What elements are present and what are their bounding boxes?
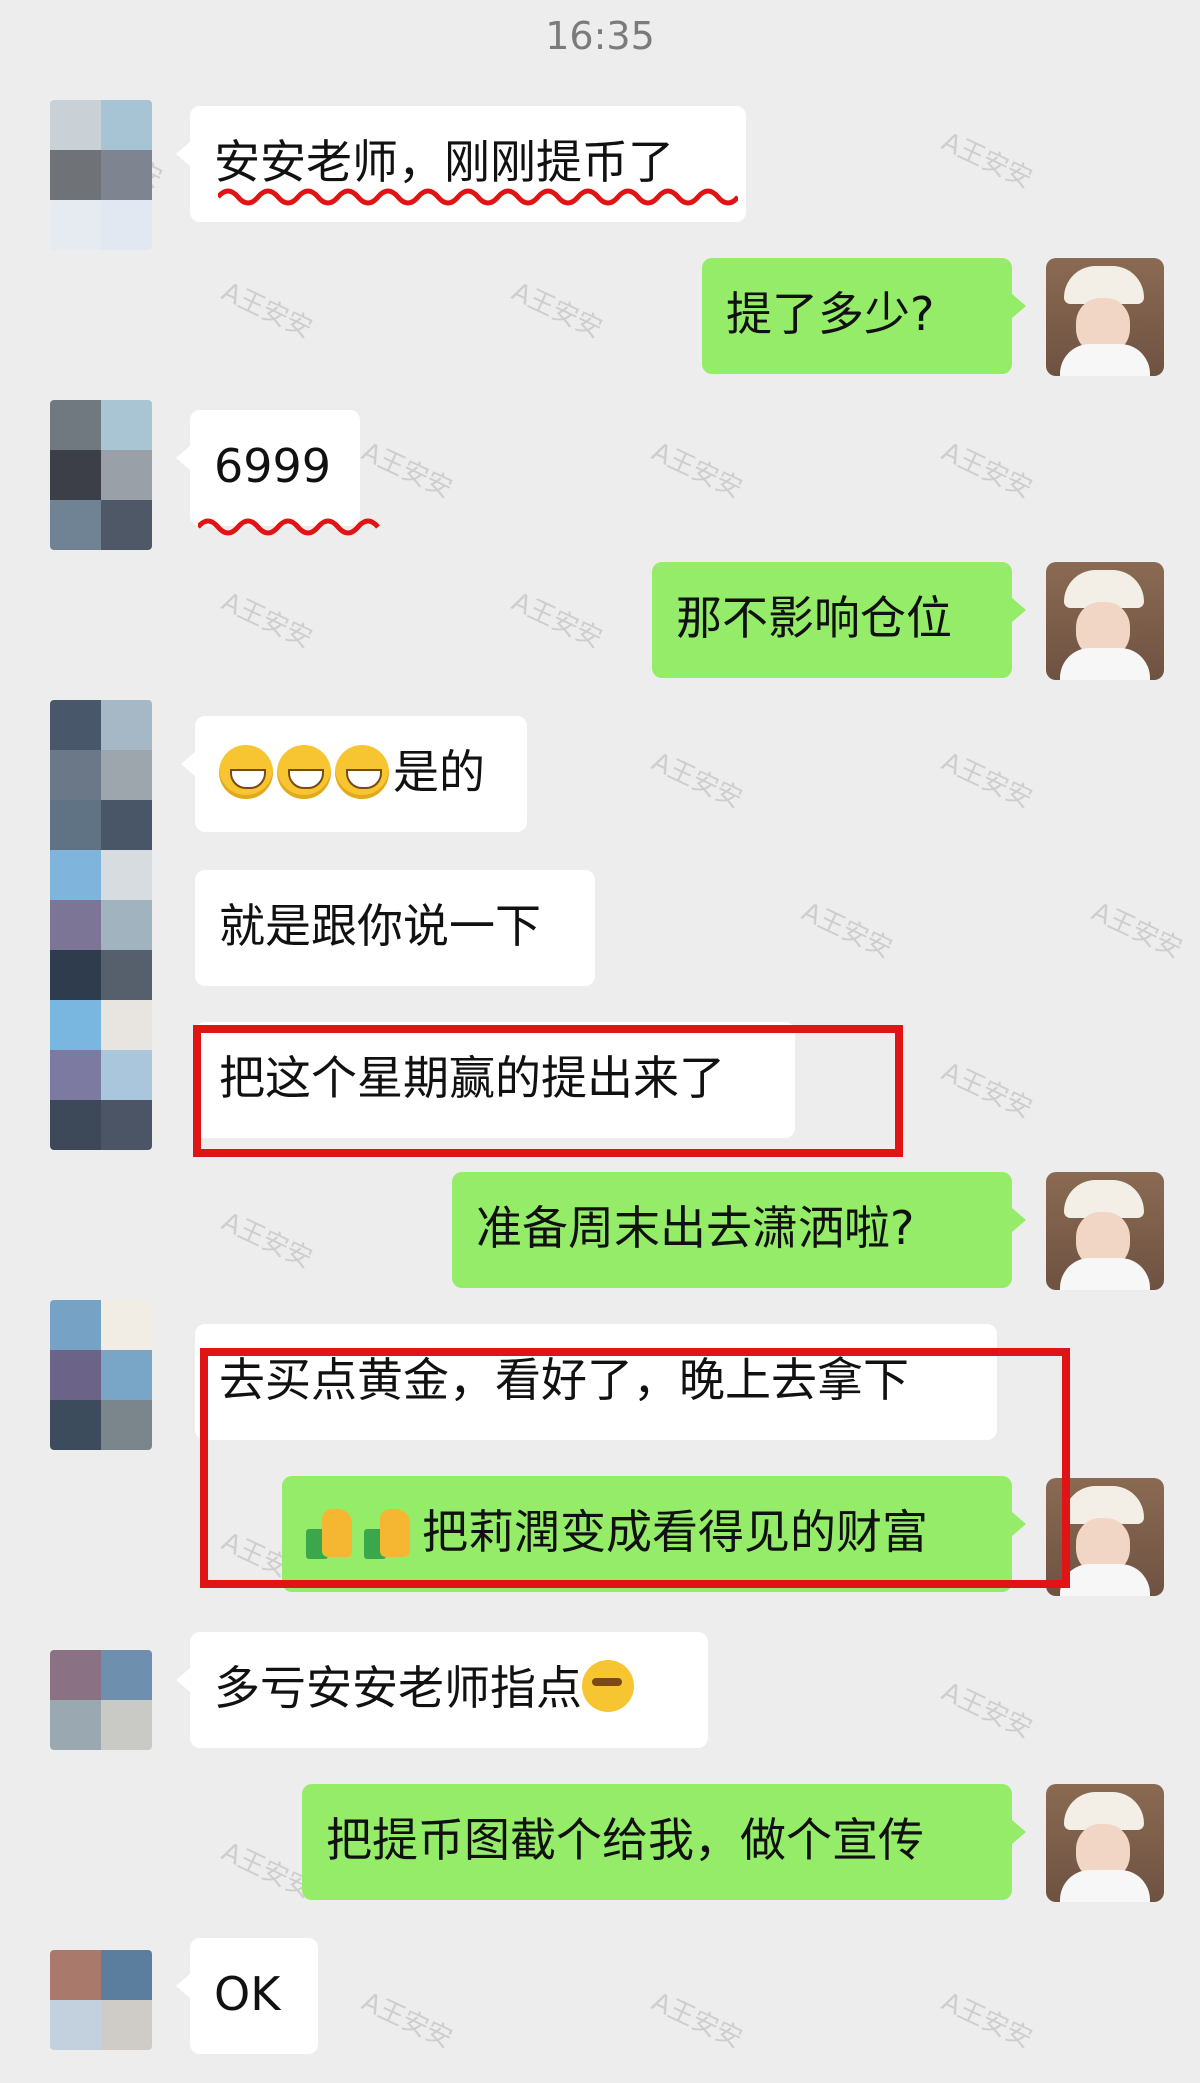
watermark: A王安安: [937, 1056, 1037, 1125]
avatar[interactable]: [50, 1300, 152, 1450]
watermark: A王安安: [217, 1206, 317, 1275]
wavy-underline: [218, 188, 738, 206]
message-bubble[interactable]: 准备周末出去潇洒啦?: [452, 1172, 1026, 1288]
message-bubble[interactable]: 就是跟你说一下: [195, 870, 595, 986]
watermark: A王安安: [937, 746, 1037, 815]
watermark: A王安安: [797, 896, 897, 965]
message-bubble[interactable]: 多亏安安老师指点: [176, 1632, 708, 1748]
watermark: A王安安: [357, 1986, 457, 2055]
grin-emoji: [335, 744, 389, 799]
highlight-box: [193, 1025, 903, 1157]
message-bubble[interactable]: 提了多少?: [702, 258, 1026, 374]
watermark: A王安安: [937, 1676, 1037, 1745]
self-avatar[interactable]: [1046, 562, 1164, 680]
watermark: A王安安: [1087, 896, 1187, 965]
message-text: OK: [214, 1967, 281, 2021]
watermark: A王安安: [647, 436, 747, 505]
message-text: 多亏安安老师指点: [214, 1661, 582, 1715]
avatar[interactable]: [50, 1650, 152, 1750]
watermark: A王安安: [217, 276, 317, 345]
avatar[interactable]: [50, 700, 152, 1150]
wavy-underline: [198, 518, 380, 536]
avatar[interactable]: [50, 400, 152, 550]
message-text: 就是跟你说一下: [219, 899, 541, 953]
timestamp: 16:35: [545, 14, 655, 58]
message-text: 是的: [393, 745, 485, 799]
watermark: A王安安: [937, 126, 1037, 195]
self-avatar[interactable]: [1046, 258, 1164, 376]
watermark: A王安安: [937, 436, 1037, 505]
message-bubble[interactable]: 那不影响仓位: [652, 562, 1026, 678]
message-text: 把提币图截个给我，做个宣传: [326, 1813, 924, 1867]
watermark: A王安安: [357, 436, 457, 505]
message-text: 那不影响仓位: [676, 591, 952, 645]
grin-emoji: [277, 744, 331, 799]
watermark: A王安安: [937, 1986, 1037, 2055]
message-text: 准备周末出去潇洒啦?: [476, 1201, 915, 1255]
watermark: A王安安: [507, 276, 607, 345]
message-bubble[interactable]: 是的: [181, 716, 527, 832]
message-text: 提了多少?: [726, 287, 935, 341]
message-bubble[interactable]: 把提币图截个给我，做个宣传: [302, 1784, 1026, 1900]
grin-emoji: [219, 744, 273, 799]
message-bubble[interactable]: 6999: [176, 410, 360, 526]
avatar[interactable]: [50, 1950, 152, 2050]
thinking-emoji: [582, 1659, 634, 1712]
watermark: A王安安: [647, 746, 747, 815]
watermark: A王安安: [647, 1986, 747, 2055]
message-bubble[interactable]: OK: [176, 1938, 318, 2054]
message-text: 安安老师，刚刚提币了: [214, 135, 674, 189]
self-avatar[interactable]: [1046, 1172, 1164, 1290]
avatar[interactable]: [50, 100, 152, 250]
self-avatar[interactable]: [1046, 1784, 1164, 1902]
watermark: A王安安: [507, 586, 607, 655]
message-text: 6999: [214, 439, 332, 493]
highlight-box: [200, 1348, 1070, 1588]
watermark: A王安安: [217, 586, 317, 655]
